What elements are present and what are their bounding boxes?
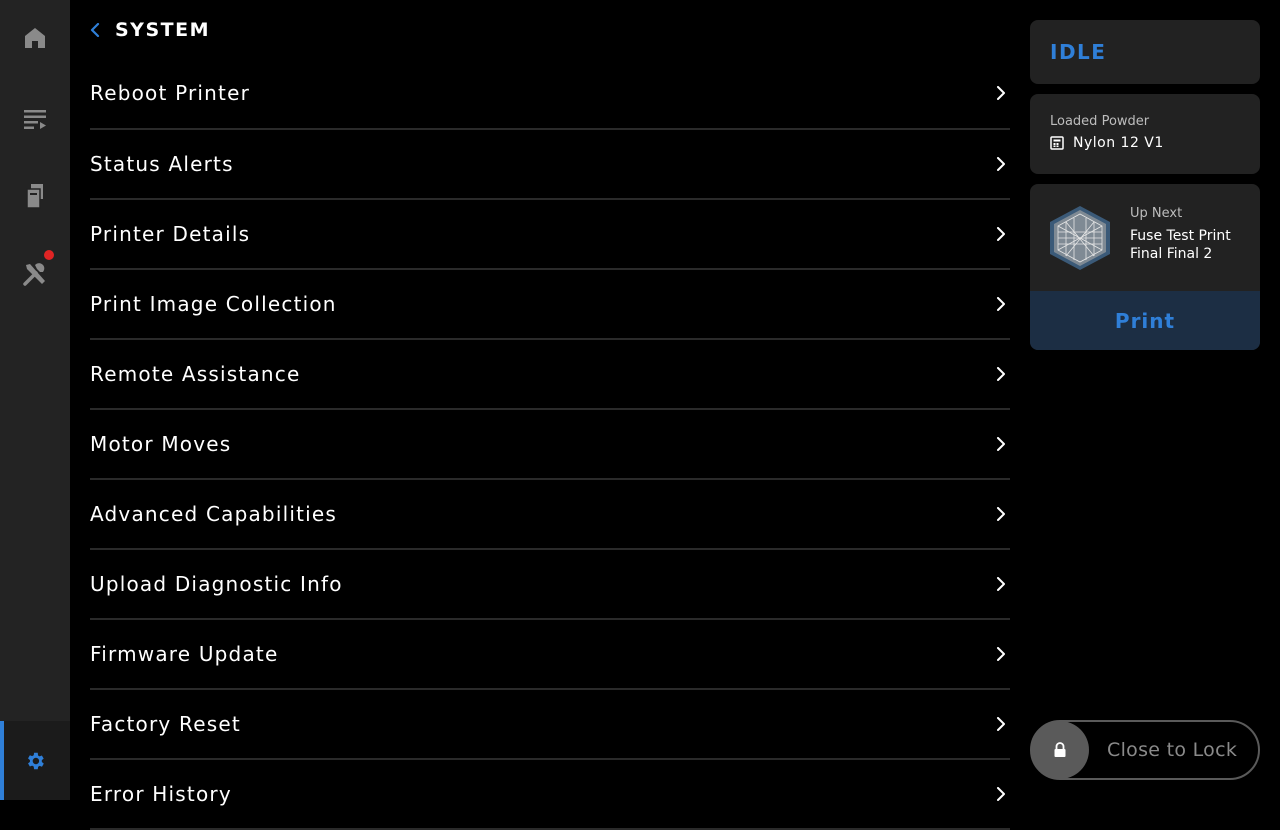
system-menu-list: Reboot Printer Status Alerts Printer Det…	[90, 58, 1010, 830]
chevron-right-icon	[997, 86, 1005, 100]
up-next-label: Up Next	[1130, 206, 1183, 221]
chevron-right-icon	[997, 507, 1005, 521]
menu-item-advanced-capabilities[interactable]: Advanced Capabilities	[90, 480, 1010, 550]
chevron-right-icon	[997, 297, 1005, 311]
lock-slider-handle[interactable]	[1031, 721, 1089, 779]
chevron-right-icon	[997, 717, 1005, 731]
queue-icon	[24, 110, 46, 129]
chevron-right-icon	[997, 437, 1005, 451]
back-button[interactable]	[90, 21, 108, 39]
menu-item-label: Error History	[90, 782, 232, 806]
chevron-right-icon	[997, 367, 1005, 381]
menu-item-label: Motor Moves	[90, 432, 232, 456]
chevron-right-icon	[997, 227, 1005, 241]
chevron-left-icon	[90, 23, 100, 37]
home-icon	[25, 28, 45, 48]
menu-item-label: Factory Reset	[90, 712, 241, 736]
up-next-job-name-line2: Final Final 2	[1130, 246, 1213, 262]
loaded-powder-card: Loaded Powder Nylon 12 V1	[1030, 94, 1260, 174]
page-header: SYSTEM	[90, 14, 210, 46]
part-thumbnail	[1050, 205, 1110, 270]
page-title: SYSTEM	[115, 19, 210, 41]
menu-item-status-alerts[interactable]: Status Alerts	[90, 130, 1010, 200]
notification-dot	[44, 250, 54, 260]
printer-status: IDLE	[1050, 40, 1107, 64]
menu-item-label: Printer Details	[90, 222, 251, 246]
menu-item-print-image-collection[interactable]: Print Image Collection	[90, 270, 1010, 340]
chevron-right-icon	[997, 577, 1005, 591]
nav-settings[interactable]	[0, 721, 70, 800]
menu-item-motor-moves[interactable]: Motor Moves	[90, 410, 1010, 480]
menu-item-label: Status Alerts	[90, 152, 234, 176]
lock-icon	[1054, 742, 1066, 757]
menu-item-reboot-printer[interactable]: Reboot Printer	[90, 58, 1010, 130]
menu-item-error-history[interactable]: Error History	[90, 760, 1010, 830]
close-to-lock-label: Close to Lock	[1107, 739, 1238, 761]
chevron-right-icon	[997, 647, 1005, 661]
menu-item-label: Advanced Capabilities	[90, 502, 338, 526]
menu-item-factory-reset[interactable]: Factory Reset	[90, 690, 1010, 760]
nav-home[interactable]	[0, 8, 70, 68]
loaded-powder-label: Loaded Powder	[1050, 114, 1150, 129]
menu-item-label: Firmware Update	[90, 642, 279, 666]
loaded-powder-value: Nylon 12 V1	[1073, 135, 1164, 151]
up-next-card: Up Next Fuse Test Print Final Final 2 Pr…	[1030, 184, 1260, 350]
menu-item-remote-assistance[interactable]: Remote Assistance	[90, 340, 1010, 410]
nav-materials[interactable]	[0, 166, 70, 226]
powder-cartridge-icon	[1050, 136, 1064, 150]
nav-tools[interactable]	[0, 244, 70, 304]
chevron-right-icon	[997, 157, 1005, 171]
menu-item-label: Reboot Printer	[90, 81, 251, 105]
printer-status-card: IDLE	[1030, 20, 1260, 84]
menu-item-firmware-update[interactable]: Firmware Update	[90, 620, 1010, 690]
materials-icon	[26, 184, 43, 209]
menu-item-label: Upload Diagnostic Info	[90, 572, 343, 596]
settings-icon	[28, 752, 44, 769]
main-content: SYSTEM Reboot Printer Status Alerts Prin…	[90, 0, 1010, 830]
up-next-job-name-line1: Fuse Test Print	[1130, 228, 1231, 244]
sidebar	[0, 0, 70, 800]
print-button[interactable]: Print	[1030, 291, 1260, 350]
nav-queue[interactable]	[0, 89, 70, 149]
menu-item-printer-details[interactable]: Printer Details	[90, 200, 1010, 270]
menu-item-label: Remote Assistance	[90, 362, 301, 386]
chevron-right-icon	[997, 787, 1005, 801]
menu-item-label: Print Image Collection	[90, 292, 337, 316]
tools-icon	[23, 263, 45, 286]
right-panel: IDLE Loaded Powder Nylon 12 V1 Up Next F…	[1030, 20, 1260, 360]
menu-item-upload-diagnostic-info[interactable]: Upload Diagnostic Info	[90, 550, 1010, 620]
close-to-lock-slider[interactable]: Close to Lock	[1030, 720, 1260, 780]
